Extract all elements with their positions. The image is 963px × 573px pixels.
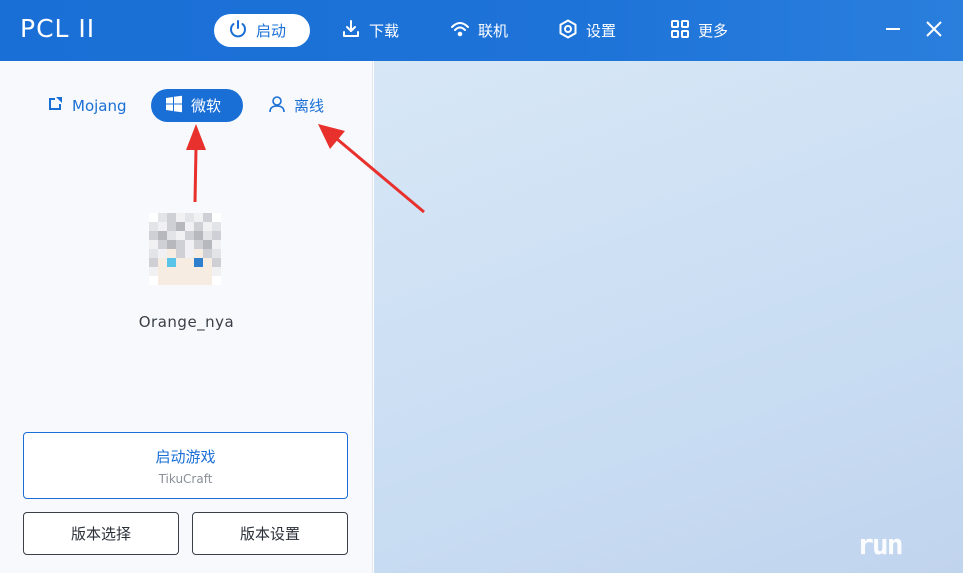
gear-icon	[558, 19, 578, 43]
power-icon	[228, 19, 248, 43]
login-tab-offline[interactable]: 离线	[254, 89, 338, 122]
nav-launch-label: 启动	[256, 22, 287, 40]
title-bar: PCL II 启动 下载 联机 设置 更多	[0, 0, 963, 61]
user-icon	[268, 95, 286, 117]
nav-more-label: 更多	[698, 22, 729, 40]
minimize-icon	[883, 19, 903, 43]
launch-version-label: TikuCraft	[158, 471, 213, 486]
nav-download-label: 下载	[369, 22, 400, 40]
username: Orange_nya	[138, 313, 235, 331]
pixel-avatar-icon	[149, 213, 221, 285]
launch-game-label: 启动游戏	[155, 447, 216, 466]
login-tab-mojang[interactable]: Mojang	[32, 89, 141, 122]
login-tab-microsoft[interactable]: 微软	[151, 89, 243, 122]
nav-launch[interactable]: 启动	[214, 14, 310, 47]
wifi-icon	[450, 19, 470, 43]
login-tab-mojang-label: Mojang	[72, 96, 127, 115]
version-select-button[interactable]: 版本选择	[23, 512, 179, 555]
close-button[interactable]	[921, 18, 947, 44]
login-tab-microsoft-label: 微软	[191, 97, 222, 115]
minimize-button[interactable]	[880, 18, 906, 44]
app-title: PCL II	[20, 14, 96, 43]
download-icon	[341, 19, 361, 43]
nav-more[interactable]: 更多	[656, 14, 742, 47]
grid-icon	[670, 19, 690, 43]
login-tab-offline-label: 离线	[294, 97, 325, 115]
nav-settings[interactable]: 设置	[544, 14, 630, 47]
watermark-logo: run	[857, 528, 904, 561]
background-area	[374, 61, 963, 573]
version-settings-button[interactable]: 版本设置	[192, 512, 348, 555]
nav-settings-label: 设置	[586, 22, 617, 40]
nav-online[interactable]: 联机	[436, 14, 522, 47]
nav-online-label: 联机	[478, 22, 509, 40]
close-icon	[924, 19, 944, 43]
left-panel: Mojang 微软 离线 Orange_nya 启动游戏 TikuCraft 版…	[0, 61, 373, 573]
launch-game-button[interactable]: 启动游戏 TikuCraft	[23, 432, 348, 499]
mojang-icon	[46, 95, 64, 117]
windows-icon	[165, 95, 183, 117]
nav-download[interactable]: 下载	[327, 14, 413, 47]
